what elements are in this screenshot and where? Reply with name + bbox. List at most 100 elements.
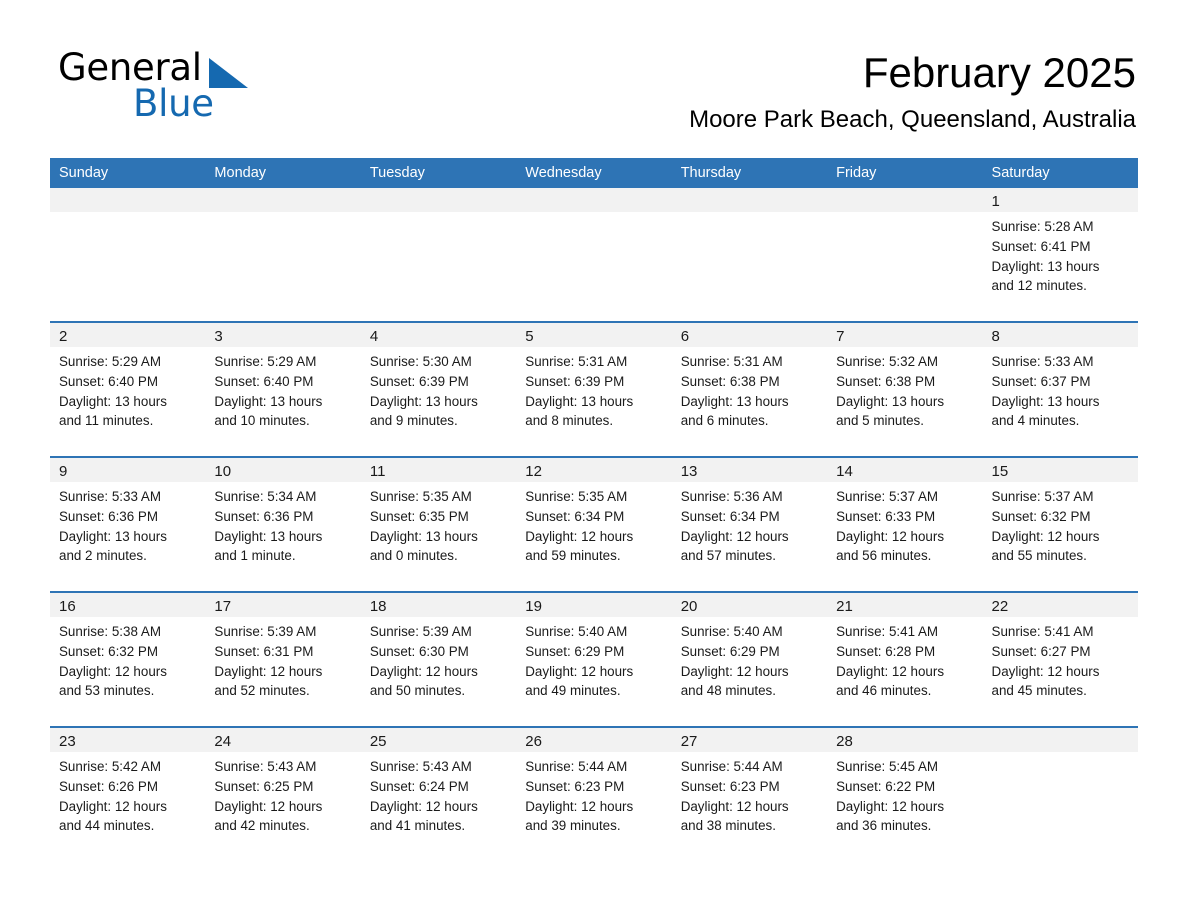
calendar-day-cell[interactable] <box>50 188 206 322</box>
calendar-day-cell[interactable]: 2 Sunrise: 5:29 AM Sunset: 6:40 PM Daylight… <box>50 321 206 457</box>
day-cell-content <box>516 188 672 321</box>
weekday-header-sunday: Sunday <box>50 158 206 188</box>
daylight-duration-line2: and 36 minutes. <box>836 818 932 834</box>
sunrise-time: Sunrise: 5:45 AM <box>836 759 939 774</box>
calendar-day-cell[interactable]: 4 Sunrise: 5:30 AM Sunset: 6:39 PM Daylight… <box>360 321 517 457</box>
sunset-time: Sunset: 6:33 PM <box>836 508 936 524</box>
day-cell-content: 23 Sunrise: 5:42 AM Sunset: 6:26 PM Dayligh… <box>50 728 206 861</box>
calendar-day-cell[interactable]: 8 Sunrise: 5:33 AM Sunset: 6:37 PM Daylight… <box>982 321 1138 457</box>
day-number <box>50 188 206 212</box>
day-cell-content: 4 Sunrise: 5:30 AM Sunset: 6:39 PM Daylight… <box>360 323 517 456</box>
calendar-day-cell[interactable]: 19 Sunrise: 5:40 AM Sunset: 6:29 PM Dayligh… <box>516 591 672 727</box>
daylight-duration-line2: and 45 minutes. <box>991 683 1087 699</box>
daylight-duration-line1: Daylight: 12 hours <box>59 798 167 814</box>
calendar-day-cell[interactable]: 5 Sunrise: 5:31 AM Sunset: 6:39 PM Daylight… <box>516 321 672 457</box>
daylight-duration-line1: Daylight: 13 hours <box>214 528 323 544</box>
day-number <box>671 188 828 212</box>
day-number: 12 <box>516 458 672 482</box>
calendar-day-cell[interactable]: 22 Sunrise: 5:41 AM Sunset: 6:27 PM Dayligh… <box>982 591 1138 727</box>
daylight-duration-line1: Daylight: 13 hours <box>369 393 478 409</box>
day-number <box>205 188 361 212</box>
sunset-time: Sunset: 6:39 PM <box>525 373 625 389</box>
day-cell-content <box>671 188 828 321</box>
sunrise-time: Sunrise: 5:36 AM <box>680 489 783 504</box>
calendar-day-cell[interactable] <box>205 188 361 322</box>
daylight-duration-line1: Daylight: 13 hours <box>991 393 1100 409</box>
sunset-time: Sunset: 6:32 PM <box>991 508 1091 524</box>
weekday-header-tuesday: Tuesday <box>360 158 517 188</box>
sunrise-time: Sunrise: 5:38 AM <box>59 624 161 639</box>
sunrise-time: Sunrise: 5:35 AM <box>369 489 472 504</box>
page-title: February 2025 <box>862 49 1136 96</box>
calendar-day-cell[interactable]: 6 Sunrise: 5:31 AM Sunset: 6:38 PM Daylight… <box>671 321 828 457</box>
day-cell-content: 26 Sunrise: 5:44 AM Sunset: 6:23 PM Dayligh… <box>516 728 672 861</box>
general-blue-logo[interactable]: General Blue <box>58 48 378 124</box>
calendar-table: Sunday Monday Tuesday Wednesday Thursday… <box>50 158 1138 861</box>
calendar-day-cell[interactable]: 3 Sunrise: 5:29 AM Sunset: 6:40 PM Daylight… <box>205 321 361 457</box>
calendar-day-cell[interactable] <box>516 188 672 322</box>
calendar-day-cell[interactable]: 17 Sunrise: 5:39 AM Sunset: 6:31 PM Dayligh… <box>205 591 361 727</box>
day-cell-content <box>50 188 206 321</box>
calendar-day-cell[interactable] <box>827 188 983 322</box>
daylight-duration-line2: and 9 minutes. <box>369 413 458 429</box>
sunset-time: Sunset: 6:26 PM <box>59 778 158 794</box>
day-sun-info: Sunrise: 5:41 AM Sunset: 6:27 PM Daylight:… <box>983 617 1138 701</box>
day-number: 27 <box>671 728 828 752</box>
calendar-day-cell[interactable]: 28 Sunrise: 5:45 AM Sunset: 6:22 PM Dayligh… <box>827 726 983 861</box>
calendar-day-cell[interactable] <box>360 188 517 322</box>
day-number: 25 <box>360 728 517 752</box>
sunrise-time: Sunrise: 5:33 AM <box>991 354 1094 369</box>
sunset-time: Sunset: 6:31 PM <box>214 643 314 659</box>
day-cell-content: 11 Sunrise: 5:35 AM Sunset: 6:35 PM Dayligh… <box>360 458 517 591</box>
day-sun-info: Sunrise: 5:37 AM Sunset: 6:32 PM Daylight:… <box>983 482 1138 566</box>
day-sun-info: Sunrise: 5:29 AM Sunset: 6:40 PM Daylight:… <box>205 347 360 431</box>
day-number: 9 <box>50 458 206 482</box>
sunset-time: Sunset: 6:28 PM <box>836 643 936 659</box>
daylight-duration-line2: and 11 minutes. <box>59 413 154 429</box>
calendar-day-cell[interactable]: 14 Sunrise: 5:37 AM Sunset: 6:33 PM Dayligh… <box>827 456 983 592</box>
calendar-day-cell[interactable]: 27 Sunrise: 5:44 AM Sunset: 6:23 PM Dayligh… <box>671 726 828 861</box>
day-number: 8 <box>982 323 1138 347</box>
calendar-day-cell[interactable]: 15 Sunrise: 5:37 AM Sunset: 6:32 PM Dayligh… <box>982 456 1138 592</box>
calendar-day-cell[interactable]: 18 Sunrise: 5:39 AM Sunset: 6:30 PM Dayligh… <box>360 591 517 727</box>
daylight-duration-line1: Daylight: 13 hours <box>680 393 789 409</box>
sunset-time: Sunset: 6:25 PM <box>214 778 314 794</box>
calendar-day-cell[interactable]: 16 Sunrise: 5:38 AM Sunset: 6:32 PM Dayligh… <box>50 591 206 727</box>
day-number: 4 <box>360 323 517 347</box>
calendar-day-cell[interactable] <box>671 188 828 322</box>
weekday-header-friday: Friday <box>827 158 983 188</box>
daylight-duration-line1: Daylight: 12 hours <box>991 663 1100 679</box>
calendar-week-row: 23 Sunrise: 5:42 AM Sunset: 6:26 PM Dayligh… <box>50 726 1138 861</box>
sunset-time: Sunset: 6:37 PM <box>991 373 1091 389</box>
calendar-day-cell[interactable]: 10 Sunrise: 5:34 AM Sunset: 6:36 PM Dayligh… <box>205 456 361 592</box>
day-cell-content: 6 Sunrise: 5:31 AM Sunset: 6:38 PM Daylight… <box>671 323 828 456</box>
sunset-time: Sunset: 6:23 PM <box>680 778 780 794</box>
calendar-day-cell[interactable]: 25 Sunrise: 5:43 AM Sunset: 6:24 PM Dayligh… <box>360 726 517 861</box>
calendar-day-cell[interactable]: 13 Sunrise: 5:36 AM Sunset: 6:34 PM Dayligh… <box>671 456 828 592</box>
calendar-day-cell[interactable]: 9 Sunrise: 5:33 AM Sunset: 6:36 PM Daylight… <box>50 456 206 592</box>
calendar-day-cell[interactable]: 1 Sunrise: 5:28 AM Sunset: 6:41 PM Daylight… <box>982 188 1138 322</box>
day-sun-info: Sunrise: 5:39 AM Sunset: 6:31 PM Daylight:… <box>205 617 360 701</box>
sunset-time: Sunset: 6:29 PM <box>525 643 625 659</box>
calendar-day-cell[interactable]: 21 Sunrise: 5:41 AM Sunset: 6:28 PM Dayligh… <box>827 591 983 727</box>
calendar-day-cell[interactable]: 7 Sunrise: 5:32 AM Sunset: 6:38 PM Daylight… <box>827 321 983 457</box>
day-sun-info: Sunrise: 5:33 AM Sunset: 6:37 PM Daylight:… <box>983 347 1138 431</box>
calendar-day-cell[interactable]: 11 Sunrise: 5:35 AM Sunset: 6:35 PM Dayligh… <box>360 456 517 592</box>
daylight-duration-line1: Daylight: 13 hours <box>59 393 167 409</box>
weekday-header-thursday: Thursday <box>671 158 828 188</box>
day-cell-content: 28 Sunrise: 5:45 AM Sunset: 6:22 PM Dayligh… <box>827 728 983 861</box>
day-number: 18 <box>360 593 517 617</box>
sunrise-time: Sunrise: 5:43 AM <box>214 759 317 774</box>
daylight-duration-line1: Daylight: 13 hours <box>59 528 167 544</box>
calendar-day-cell[interactable]: 23 Sunrise: 5:42 AM Sunset: 6:26 PM Dayligh… <box>50 726 206 861</box>
calendar-day-cell[interactable]: 12 Sunrise: 5:35 AM Sunset: 6:34 PM Dayligh… <box>516 456 672 592</box>
calendar-day-cell[interactable] <box>982 726 1138 861</box>
daylight-duration-line2: and 53 minutes. <box>59 683 155 699</box>
day-number: 21 <box>827 593 983 617</box>
calendar-day-cell[interactable]: 26 Sunrise: 5:44 AM Sunset: 6:23 PM Dayligh… <box>516 726 672 861</box>
day-number: 1 <box>982 188 1138 212</box>
daylight-duration-line2: and 1 minute. <box>214 548 296 564</box>
calendar-day-cell[interactable]: 24 Sunrise: 5:43 AM Sunset: 6:25 PM Dayligh… <box>205 726 361 861</box>
calendar-day-cell[interactable]: 20 Sunrise: 5:40 AM Sunset: 6:29 PM Dayligh… <box>671 591 828 727</box>
sunrise-time: Sunrise: 5:44 AM <box>680 759 783 774</box>
